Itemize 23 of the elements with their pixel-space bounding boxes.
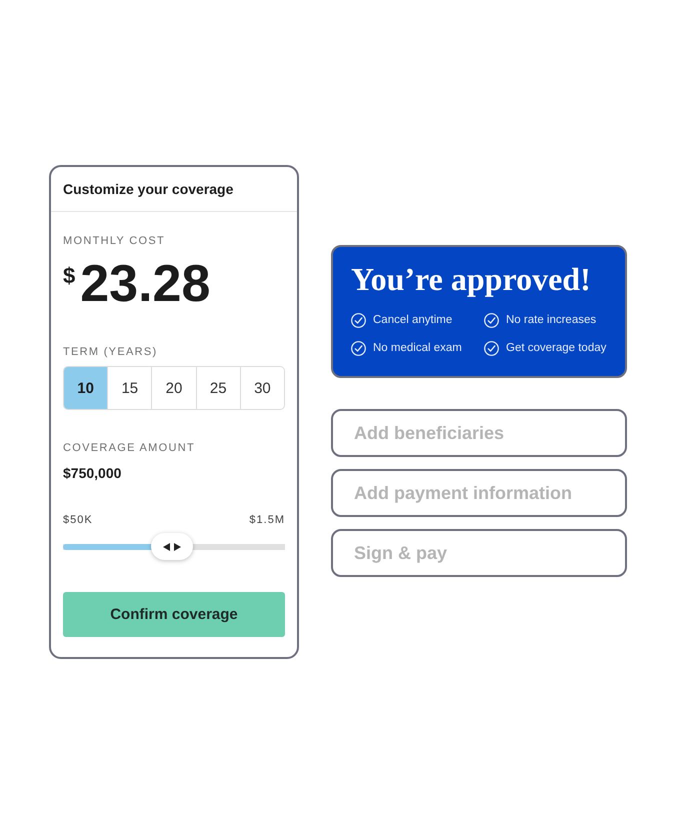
- section-label: TERM (YEARS): [63, 345, 158, 359]
- slider-handle[interactable]: [150, 533, 193, 560]
- term-option[interactable]: 10: [64, 367, 108, 409]
- left-right-arrows-icon: [162, 542, 181, 550]
- coverage-value: $750,000: [63, 464, 122, 482]
- benefit-text: No medical exam: [373, 341, 462, 356]
- card-title: Customize your coverage: [63, 180, 234, 198]
- price-amount: 23.28: [80, 256, 210, 312]
- term-option[interactable]: 30: [240, 367, 284, 409]
- section-label: MONTHLY COST: [63, 234, 165, 248]
- check-circle-icon: [484, 312, 499, 328]
- range-max-label: $1.5M: [249, 513, 285, 527]
- benefit-text: Get coverage today: [506, 341, 606, 356]
- benefit-text: No rate increases: [506, 313, 596, 328]
- benefit-text: Cancel anytime: [373, 313, 452, 328]
- section-label: COVERAGE AMOUNT: [63, 441, 195, 455]
- check-circle-icon: [484, 340, 499, 356]
- confirm-button[interactable]: Confirm coverage: [63, 592, 285, 637]
- range-min-label: $50K: [63, 513, 93, 527]
- check-circle-icon: [351, 312, 366, 328]
- check-circle-icon: [351, 340, 366, 356]
- currency-symbol: $: [63, 265, 76, 287]
- approval-title: You’re approved!: [351, 261, 591, 297]
